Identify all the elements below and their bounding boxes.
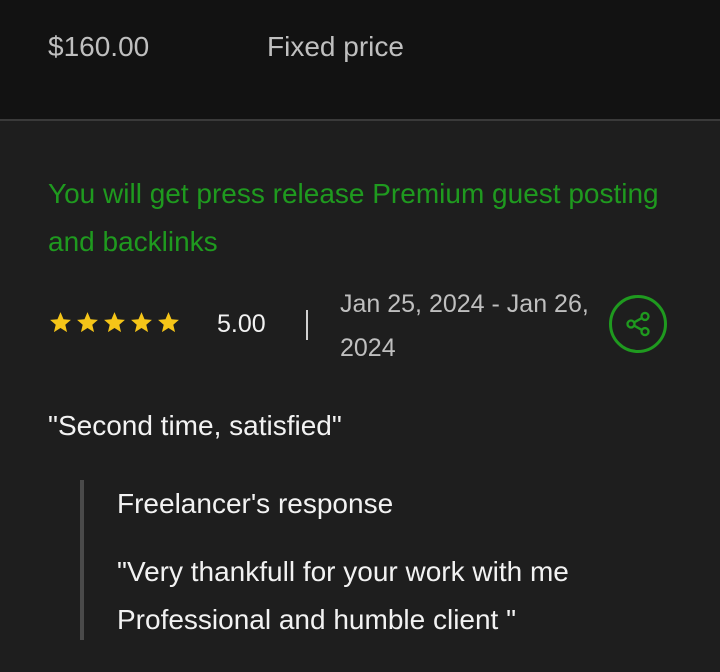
contract-price: $160.00 (48, 31, 150, 62)
share-button[interactable] (609, 295, 667, 353)
star-rating (48, 310, 181, 340)
contract-date-range: Jan 25, 2024 - Jan 26, 2024 (340, 290, 589, 362)
share-icon (626, 311, 650, 337)
rating-value: 5.00 (217, 310, 266, 338)
freelancer-response-text: "Very thankfull for your work with me Pr… (117, 556, 569, 635)
star-icon (158, 312, 179, 333)
star-icon (131, 312, 152, 333)
star-icon (50, 312, 71, 333)
divider (306, 310, 308, 340)
contract-summary-bar: $160.00 Fixed price (0, 0, 720, 121)
client-review-quote: "Second time, satisfied" (48, 410, 342, 441)
star-icon (104, 312, 125, 333)
price-type-label: Fixed price (267, 31, 404, 62)
job-title-link[interactable]: You will get press release Premium guest… (48, 170, 668, 266)
freelancer-response-heading: Freelancer's response (117, 488, 394, 519)
star-icon (77, 312, 98, 333)
freelancer-response-block: Freelancer's response "Very thankfull fo… (80, 480, 684, 640)
